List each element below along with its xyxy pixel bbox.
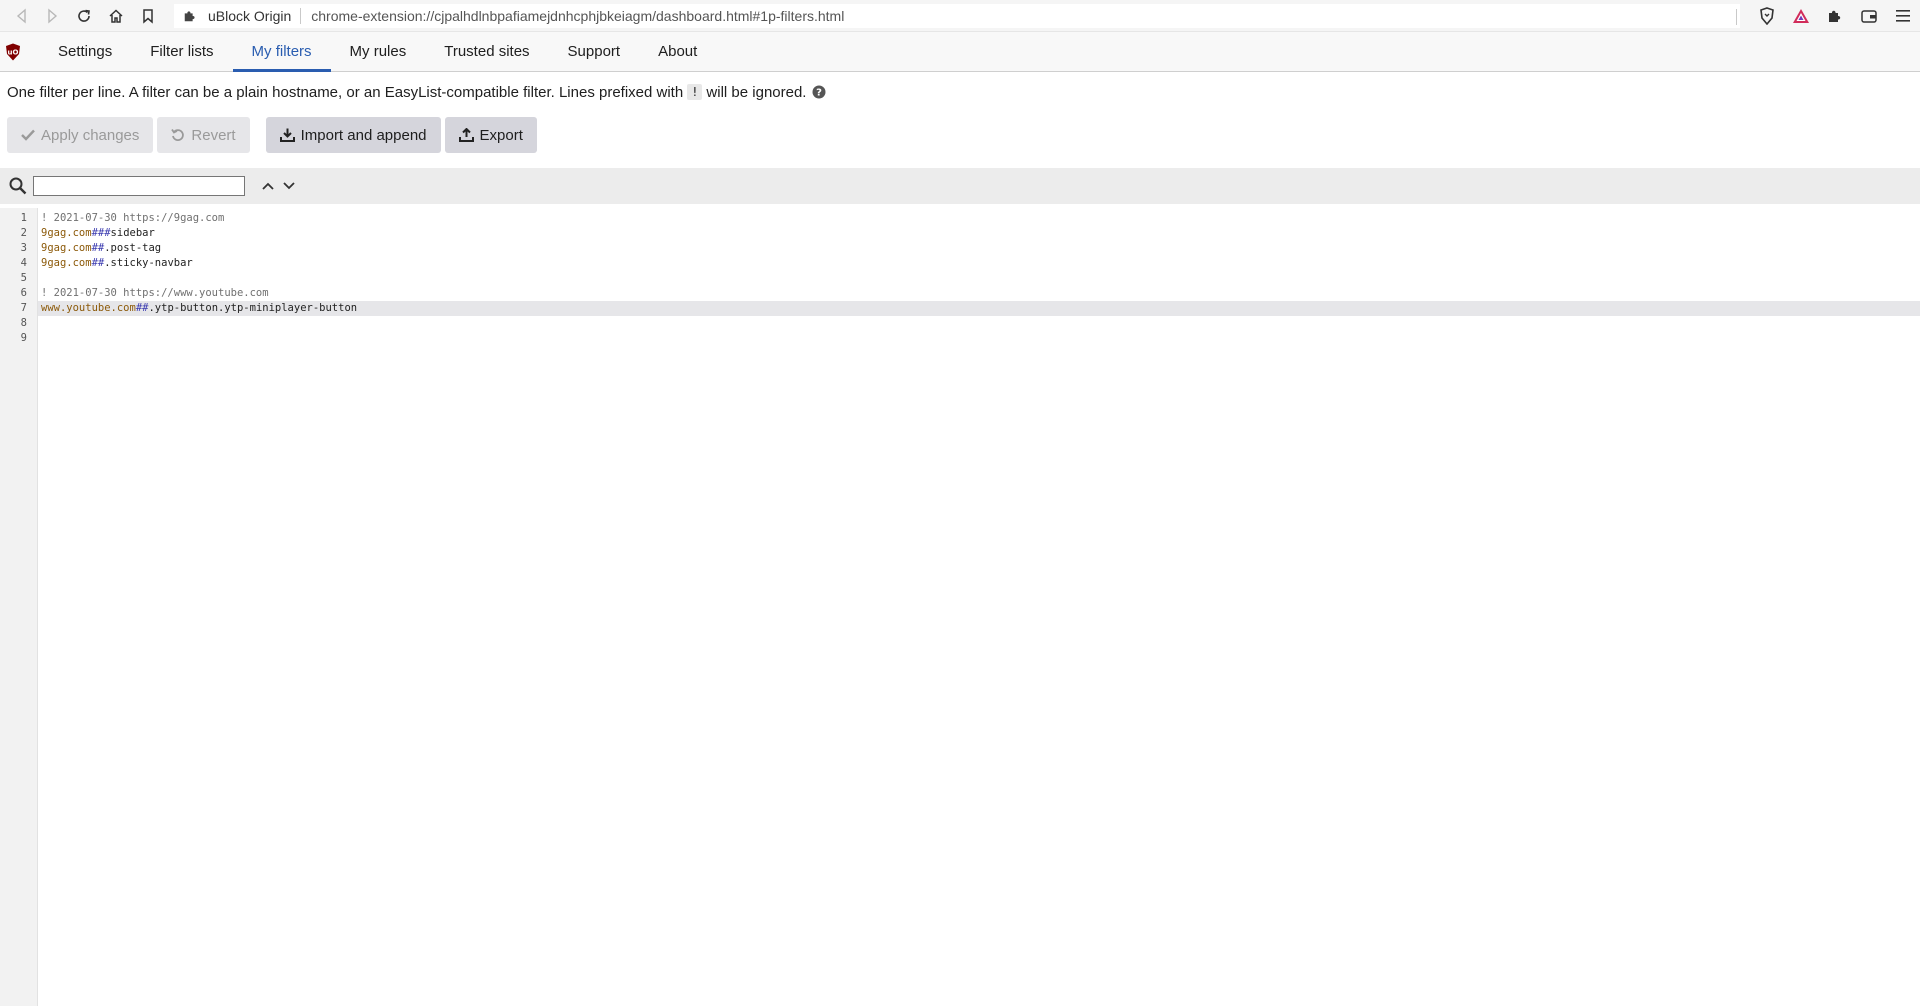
line-number-gutter: 1 2 3 4 5 6 7 8 9 xyxy=(0,208,38,1006)
search-icon[interactable] xyxy=(9,177,27,195)
svg-text:?: ? xyxy=(817,88,823,99)
toolbar-divider xyxy=(1736,9,1737,25)
apply-changes-label: Apply changes xyxy=(41,126,140,144)
filter-selector: .ytp-button.ytp-miniplayer-button xyxy=(148,302,358,314)
import-append-label: Import and append xyxy=(300,126,427,144)
tab-settings[interactable]: Settings xyxy=(39,32,131,71)
line-number: 5 xyxy=(20,272,27,284)
ublock-logo: uO xyxy=(5,32,31,71)
bookmark-icon xyxy=(143,8,153,24)
import-append-button[interactable]: Import and append xyxy=(265,117,441,153)
comment-text: ! 2021-07-30 https://www.youtube.com xyxy=(41,287,269,299)
line-number: 7 xyxy=(20,302,27,314)
find-next-button[interactable] xyxy=(279,176,299,196)
check-icon xyxy=(21,129,35,141)
url-text[interactable]: chrome-extension://cjpalhdlnbpafiamejdnh… xyxy=(311,8,844,24)
comment-text: ! 2021-07-30 https://9gag.com xyxy=(41,212,225,224)
filter-separator: ### xyxy=(91,227,111,239)
revert-label: Revert xyxy=(191,126,236,144)
tab-my-rules[interactable]: My rules xyxy=(331,32,426,71)
export-button[interactable]: Export xyxy=(444,117,537,153)
home-button[interactable] xyxy=(100,0,132,32)
filter-hostname: 9gag.com xyxy=(41,227,92,239)
browser-extension-icons xyxy=(1750,0,1920,32)
tab-my-filters[interactable]: My filters xyxy=(232,32,331,72)
download-icon xyxy=(279,128,295,142)
revert-button[interactable]: Revert xyxy=(157,117,250,153)
filter-separator: ## xyxy=(91,257,105,269)
back-button[interactable] xyxy=(6,0,38,32)
code-line[interactable]: 9gag.com##.sticky-navbar xyxy=(38,256,1920,271)
browser-toolbar: uBlock Origin chrome-extension://cjpalhd… xyxy=(0,0,1920,32)
line-number: 8 xyxy=(20,317,27,329)
dashboard-tabs: uO Settings Filter lists My filters My r… xyxy=(0,32,1920,72)
filter-hostname: 9gag.com xyxy=(41,257,92,269)
url-separator xyxy=(300,8,302,24)
line-number: 4 xyxy=(20,257,27,269)
svg-text:uO: uO xyxy=(8,48,19,56)
filter-separator: ## xyxy=(91,242,105,254)
code-line[interactable] xyxy=(38,331,1920,346)
line-number: 2 xyxy=(20,227,27,239)
tab-about[interactable]: About xyxy=(639,32,716,71)
filter-selector: sidebar xyxy=(110,227,155,239)
description-text: One filter per line. A filter can be a p… xyxy=(7,83,684,101)
filter-selector: .sticky-navbar xyxy=(104,257,193,269)
editor-search-bar xyxy=(0,168,1920,204)
code-line[interactable]: ! 2021-07-30 https://www.youtube.com xyxy=(38,286,1920,301)
reload-icon xyxy=(78,9,90,22)
export-label: Export xyxy=(479,126,523,144)
reload-button[interactable] xyxy=(68,0,100,32)
brave-rewards-icon[interactable] xyxy=(1784,0,1818,32)
filter-hostname: 9gag.com xyxy=(41,242,92,254)
filters-description: One filter per line. A filter can be a p… xyxy=(0,72,1920,112)
bookmark-button[interactable] xyxy=(132,0,164,32)
tab-support[interactable]: Support xyxy=(549,32,640,71)
filter-selector: .post-tag xyxy=(104,242,162,254)
chevron-up-icon xyxy=(262,182,274,190)
upload-icon xyxy=(458,128,474,142)
tab-filter-lists[interactable]: Filter lists xyxy=(131,32,232,71)
line-number: 1 xyxy=(20,212,27,224)
back-icon xyxy=(16,7,26,24)
find-previous-button[interactable] xyxy=(258,176,278,196)
address-bar[interactable]: uBlock Origin chrome-extension://cjpalhd… xyxy=(174,4,1740,28)
filters-editor[interactable]: 1 2 3 4 5 6 7 8 9 ! 2021-07-30 https://9… xyxy=(0,208,1920,1006)
wallet-icon[interactable] xyxy=(1852,0,1886,32)
line-number: 6 xyxy=(20,287,27,299)
comment-prefix-code: ! xyxy=(687,84,703,100)
extension-name: uBlock Origin xyxy=(208,8,292,24)
code-line[interactable]: 9gag.com###sidebar xyxy=(38,226,1920,241)
menu-icon[interactable] xyxy=(1886,0,1920,32)
filter-hostname: www.youtube.com xyxy=(41,302,136,314)
filter-separator: ## xyxy=(135,302,149,314)
extension-puzzle-icon xyxy=(180,6,200,26)
apply-changes-button[interactable]: Apply changes xyxy=(7,117,154,153)
code-line[interactable] xyxy=(38,271,1920,286)
chevron-down-icon xyxy=(283,182,295,190)
extensions-icon[interactable] xyxy=(1818,0,1852,32)
help-icon[interactable]: ? xyxy=(812,85,826,99)
line-number: 9 xyxy=(20,332,27,344)
code-line[interactable]: 9gag.com##.post-tag xyxy=(38,241,1920,256)
action-buttons: Apply changes Revert Import and append E… xyxy=(0,112,1920,158)
forward-icon xyxy=(48,7,58,24)
undo-icon xyxy=(171,129,185,141)
home-icon xyxy=(109,8,123,23)
brave-shield-icon[interactable] xyxy=(1750,0,1784,32)
code-line-active[interactable]: www.youtube.com##.ytp-button.ytp-minipla… xyxy=(38,301,1920,316)
tab-trusted-sites[interactable]: Trusted sites xyxy=(425,32,548,71)
forward-button[interactable] xyxy=(36,0,68,32)
code-line[interactable] xyxy=(38,316,1920,331)
description-text-end: will be ignored. xyxy=(706,83,807,101)
code-line[interactable]: ! 2021-07-30 https://9gag.com xyxy=(38,211,1920,226)
line-number: 3 xyxy=(20,242,27,254)
search-input[interactable] xyxy=(33,176,245,196)
code-area[interactable]: ! 2021-07-30 https://9gag.com 9gag.com##… xyxy=(38,208,1920,1006)
